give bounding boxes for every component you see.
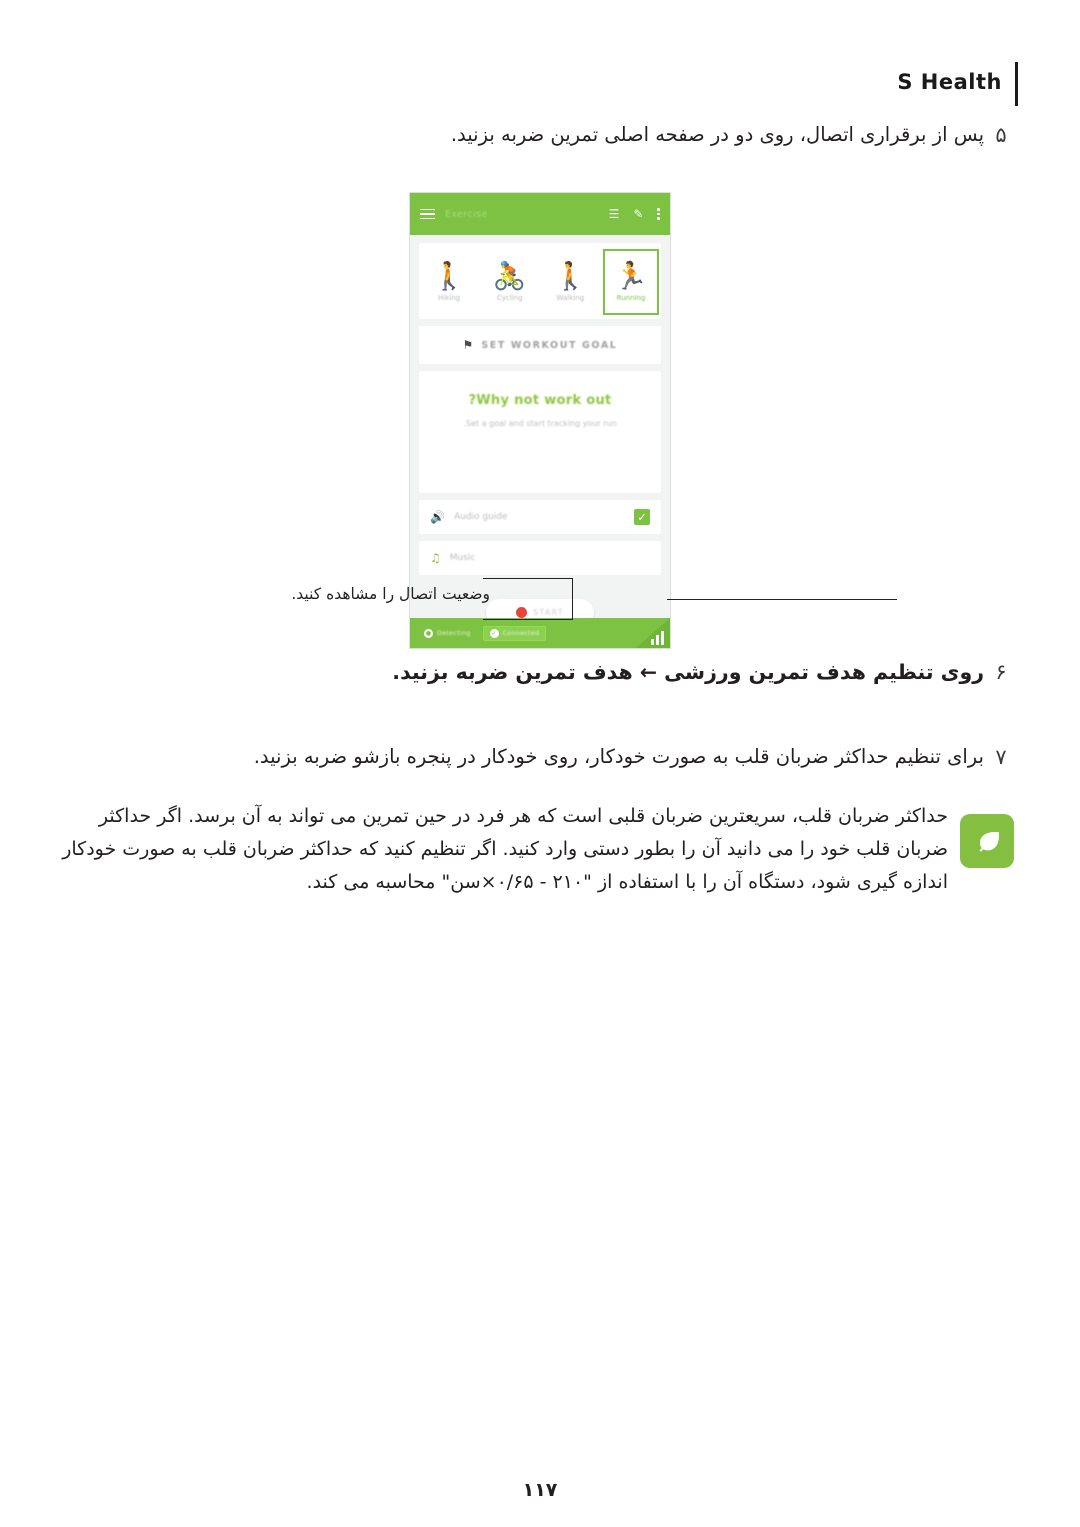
step-5: ۵ پس از برقراری اتصال، روی دو در صفحه اص… [60, 118, 1018, 152]
list-icon[interactable]: ☰ [609, 208, 620, 220]
leaf-icon [960, 814, 1014, 868]
status-chip-detecting-label: Detecting [437, 629, 471, 637]
walking-icon: 🚶 [553, 260, 588, 292]
app-title: Exercise [445, 208, 488, 220]
step-5-text: پس از برقراری اتصال، روی دو در صفحه اصلی… [450, 123, 984, 146]
activity-walking-label: Walking [556, 293, 585, 302]
promo-title: Why not work out? [468, 393, 612, 408]
promo-subtitle: Set a goal and start tracking your run. [463, 419, 617, 428]
activity-walking[interactable]: 🚶 Walking [542, 249, 598, 315]
activity-running[interactable]: 🏃 Running [603, 249, 659, 315]
app-content: 🏃 Running 🚶 Walking 🚴 Cycling 🚶 Hiking ⚑… [410, 235, 670, 626]
check-circle-icon: ✓ [489, 628, 499, 638]
audio-guide-label: Audio guide [453, 512, 508, 522]
callout-highlight-box [483, 578, 573, 620]
step-7: ۷ برای تنظیم حداکثر ضربان قلب به صورت خو… [60, 740, 1018, 774]
connection-status-bar: ● Detecting ✓ Connected [410, 618, 670, 648]
note-text: حداکثر ضربان قلب، سریعترین ضربان قلبی اس… [62, 805, 948, 893]
music-row[interactable]: ♫ Music [419, 541, 661, 575]
step-6-number: ۶ [995, 660, 1007, 684]
step-7-number: ۷ [995, 745, 1007, 769]
note-block: حداکثر ضربان قلب، سریعترین ضربان قلبی اس… [60, 800, 1018, 899]
location-pin-icon: ● [424, 628, 433, 638]
note-icon-wrap [958, 814, 1018, 868]
status-chip-detecting[interactable]: ● Detecting [418, 627, 477, 640]
header-divider [1015, 62, 1018, 106]
music-label: Music [449, 553, 476, 563]
page-header: S Health [0, 34, 1080, 106]
audio-guide-checkbox[interactable]: ✓ [634, 509, 650, 525]
page-number: ۱۱۷ [522, 1479, 558, 1501]
activity-selector: 🏃 Running 🚶 Walking 🚴 Cycling 🚶 Hiking [419, 243, 661, 319]
page-title: S Health [897, 70, 1002, 94]
audio-guide-row[interactable]: 🔊 Audio guide ✓ [419, 500, 661, 534]
music-note-icon: ♫ [430, 551, 441, 565]
hamburger-menu-icon[interactable] [420, 208, 435, 220]
activity-hiking-label: Hiking [437, 293, 461, 302]
step-7-text: برای تنظیم حداکثر ضربان قلب به صورت خودک… [253, 745, 984, 768]
status-chip-connected-label: Connected [502, 629, 540, 637]
set-workout-goal-button[interactable]: ⚑ SET WORKOUT GOAL [419, 326, 661, 364]
callout-label: وضعیت اتصال را مشاهده کنید. [291, 585, 490, 603]
running-icon: 🏃 [614, 260, 648, 292]
more-options-icon[interactable] [657, 208, 660, 220]
app-top-bar: Exercise ☰ ✎ [410, 193, 670, 235]
step-5-number: ۵ [995, 123, 1007, 147]
step-6-text: روی تنظیم هدف تمرین ورزشی ← هدف تمرین ضر… [392, 660, 984, 684]
status-chip-connected[interactable]: ✓ Connected [482, 625, 547, 641]
audio-guide-icon: 🔊 [430, 510, 445, 524]
hiking-icon: 🚶 [432, 260, 466, 292]
signal-bars-icon [650, 629, 664, 645]
pencil-edit-icon[interactable]: ✎ [633, 208, 643, 220]
promo-card: Why not work out? Set a goal and start t… [419, 371, 661, 493]
activity-cycling[interactable]: 🚴 Cycling [482, 249, 538, 315]
step-6: ۶ روی تنظیم هدف تمرین ورزشی ← هدف تمرین … [60, 655, 1018, 689]
cycling-icon: 🚴 [492, 260, 527, 292]
flag-icon: ⚑ [462, 338, 474, 352]
activity-cycling-label: Cycling [496, 293, 523, 302]
set-workout-goal-label: SET WORKOUT GOAL [481, 339, 618, 351]
activity-hiking[interactable]: 🚶 Hiking [421, 249, 477, 315]
activity-running-label: Running [616, 293, 646, 302]
callout-leader-line [667, 599, 897, 601]
